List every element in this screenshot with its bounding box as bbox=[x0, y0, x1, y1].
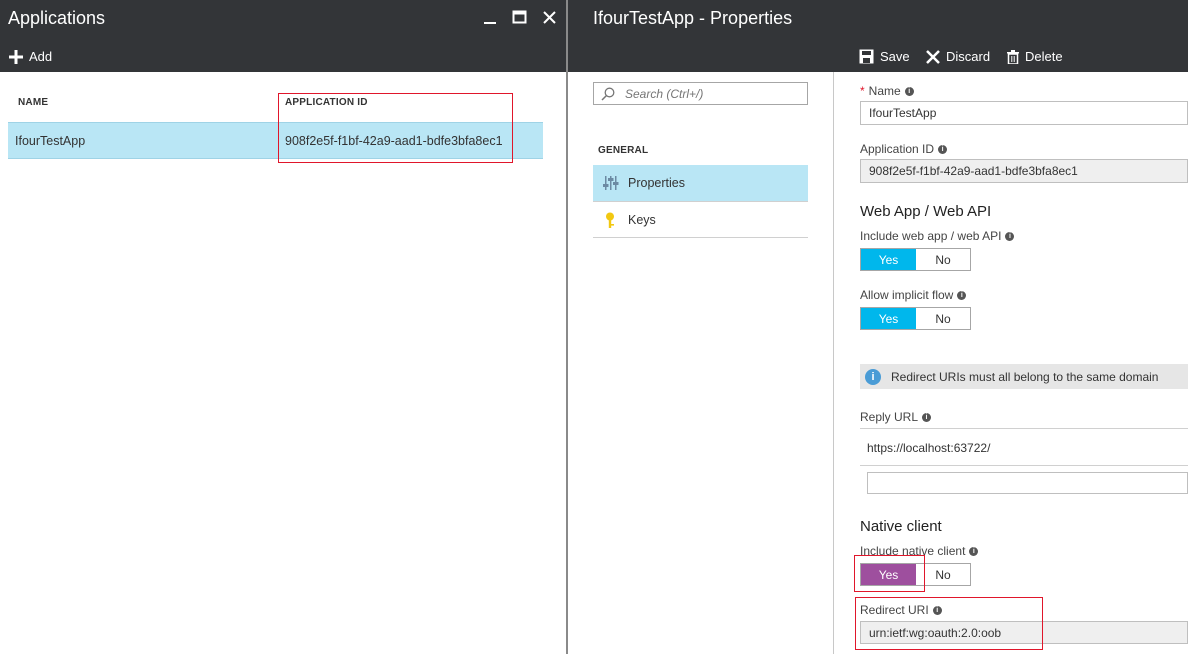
native-yes-highlight bbox=[854, 555, 925, 592]
column-header-name[interactable]: NAME bbox=[18, 97, 48, 108]
required-mark: * bbox=[860, 84, 865, 98]
trash-icon bbox=[1007, 49, 1019, 64]
application-id-label: Application ID i bbox=[860, 142, 948, 156]
implicit-flow-no[interactable]: No bbox=[916, 308, 970, 329]
name-label-text: Name bbox=[868, 84, 901, 98]
nav-item-properties[interactable]: Properties bbox=[593, 165, 808, 202]
reply-url-label-text: Reply URL bbox=[860, 410, 919, 424]
implicit-flow-toggle[interactable]: Yes No bbox=[860, 307, 971, 330]
save-button[interactable]: Save bbox=[859, 49, 910, 64]
nav-section-general: GENERAL bbox=[598, 145, 649, 156]
app-name-cell: IfourTestApp bbox=[15, 134, 86, 148]
native-client-section-title: Native client bbox=[860, 518, 942, 535]
info-circle-icon: i bbox=[865, 368, 881, 385]
delete-button[interactable]: Delete bbox=[1007, 49, 1063, 64]
info-icon[interactable]: i bbox=[969, 546, 979, 556]
redirect-uri-highlight bbox=[855, 597, 1043, 650]
info-icon[interactable]: i bbox=[1005, 231, 1015, 241]
include-web-app-toggle[interactable]: Yes No bbox=[860, 248, 971, 271]
name-label: * Name i bbox=[860, 84, 914, 98]
web-app-section-title: Web App / Web API bbox=[860, 203, 992, 220]
close-icon[interactable] bbox=[542, 10, 558, 26]
implicit-flow-label-text: Allow implicit flow bbox=[860, 288, 954, 302]
nav-item-keys[interactable]: Keys bbox=[593, 202, 808, 238]
add-label: Add bbox=[29, 49, 53, 64]
info-banner-text: Redirect URIs must all belong to the sam… bbox=[891, 369, 1159, 384]
search-placeholder: Search (Ctrl+/) bbox=[625, 86, 704, 101]
reply-url-separator bbox=[860, 465, 1188, 466]
minimize-icon[interactable] bbox=[482, 10, 498, 26]
maximize-icon[interactable] bbox=[512, 10, 528, 26]
properties-title: IfourTestApp - Properties bbox=[593, 8, 793, 28]
application-id-label-text: Application ID bbox=[860, 142, 935, 156]
include-web-app-no[interactable]: No bbox=[916, 249, 970, 270]
reply-url-item[interactable]: https://localhost:63722/ bbox=[867, 441, 990, 455]
discard-button[interactable]: Discard bbox=[926, 49, 990, 64]
discard-icon bbox=[926, 49, 940, 64]
include-web-app-label-text: Include web app / web API bbox=[860, 229, 1002, 243]
properties-icon bbox=[603, 176, 619, 190]
content-divider bbox=[833, 72, 834, 654]
info-icon[interactable]: i bbox=[904, 86, 914, 96]
info-icon[interactable]: i bbox=[957, 290, 967, 300]
key-icon bbox=[606, 212, 614, 228]
include-web-app-label: Include web app / web API i bbox=[860, 229, 1015, 243]
applications-title: Applications bbox=[8, 8, 106, 28]
reply-url-new-input[interactable] bbox=[867, 472, 1188, 494]
info-icon[interactable]: i bbox=[938, 144, 948, 154]
implicit-flow-label: Allow implicit flow i bbox=[860, 288, 967, 302]
search-input[interactable]: Search (Ctrl+/) bbox=[593, 82, 808, 105]
plus-icon bbox=[9, 49, 23, 64]
nav-item-label: Properties bbox=[628, 176, 685, 190]
discard-label: Discard bbox=[946, 49, 991, 64]
implicit-flow-yes[interactable]: Yes bbox=[861, 308, 916, 329]
include-web-app-yes[interactable]: Yes bbox=[861, 249, 916, 270]
blade-divider bbox=[566, 0, 568, 654]
add-button[interactable]: Add bbox=[9, 49, 52, 64]
info-icon[interactable]: i bbox=[922, 412, 932, 422]
application-id-field[interactable]: 908f2e5f-f1bf-42a9-aad1-bdfe3bfa8ec1 bbox=[860, 159, 1188, 183]
nav-item-label: Keys bbox=[628, 212, 656, 227]
delete-label: Delete bbox=[1025, 49, 1063, 64]
info-banner: i Redirect URIs must all belong to the s… bbox=[860, 364, 1188, 389]
application-id-highlight bbox=[278, 93, 513, 163]
save-label: Save bbox=[880, 49, 910, 64]
reply-url-label: Reply URL i bbox=[860, 410, 932, 424]
name-field[interactable]: IfourTestApp bbox=[860, 101, 1188, 125]
search-icon bbox=[601, 87, 615, 101]
save-icon bbox=[859, 49, 874, 64]
reply-url-list: https://localhost:63722/ bbox=[860, 428, 1188, 500]
